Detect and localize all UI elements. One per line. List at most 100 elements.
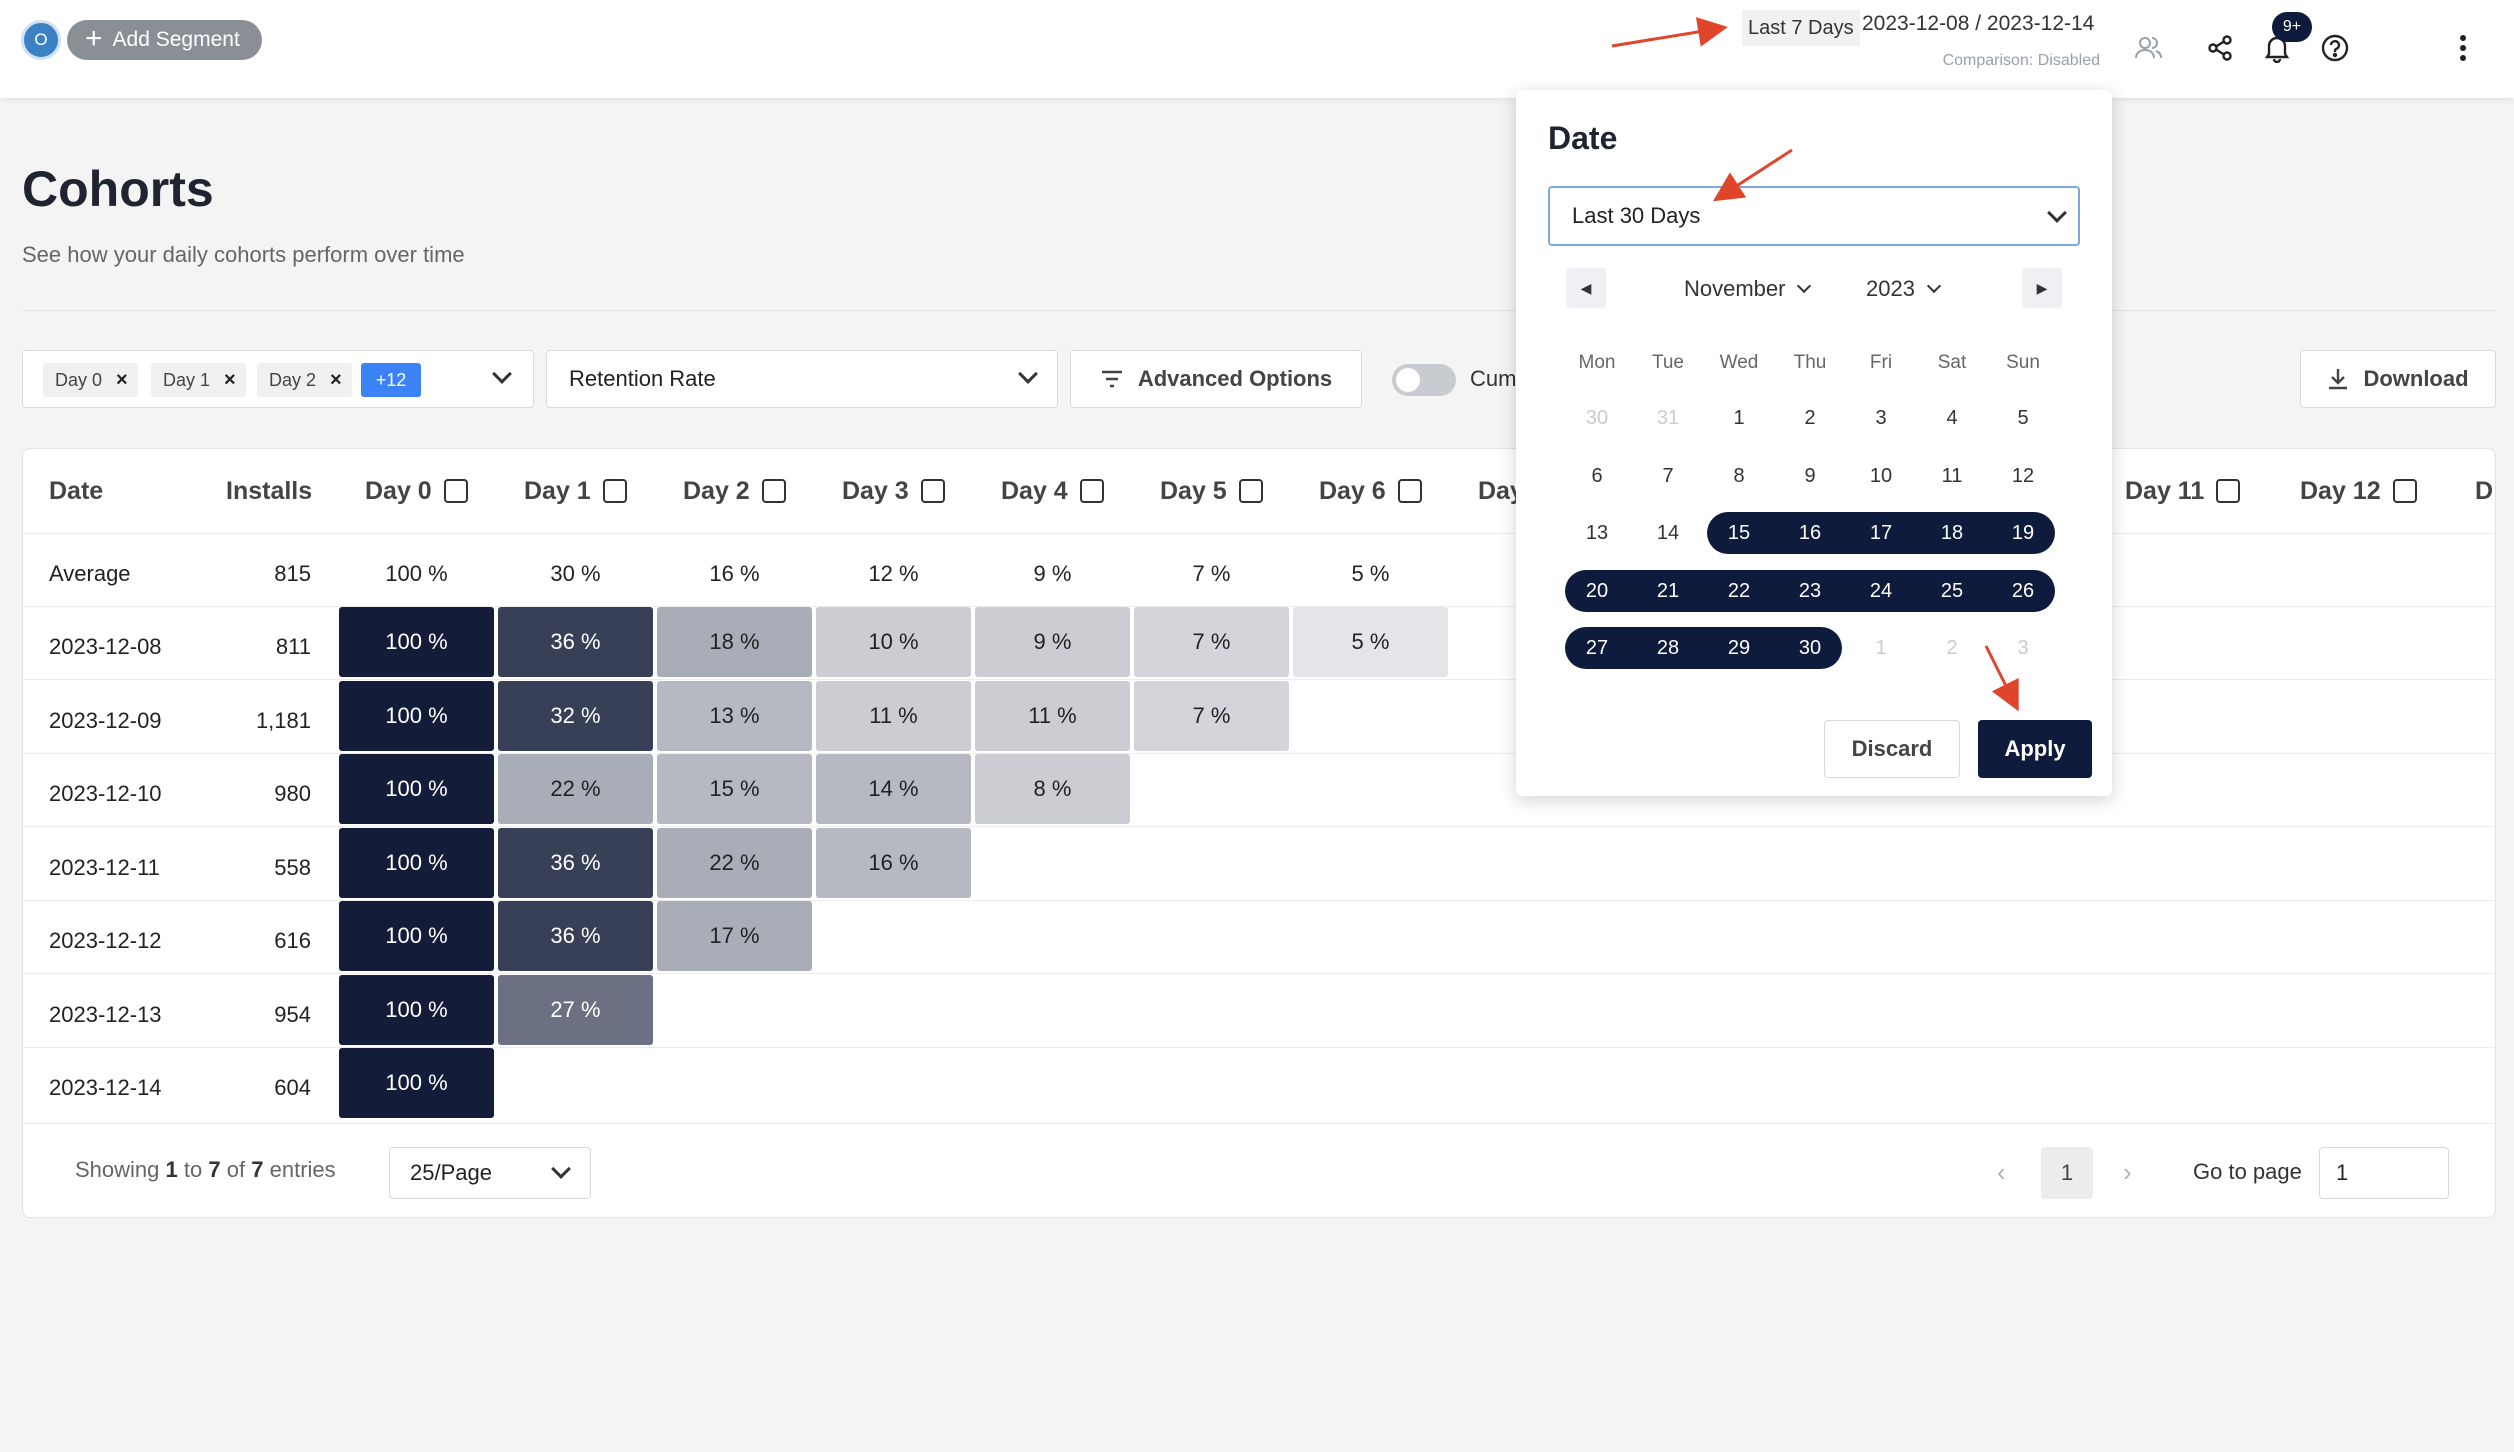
- calendar-day[interactable]: 3: [1851, 398, 1911, 438]
- calendar-day[interactable]: 12: [1993, 456, 2053, 496]
- calendar-day[interactable]: 28: [1638, 628, 1698, 668]
- advanced-options-button[interactable]: Advanced Options: [1070, 350, 1362, 408]
- calendar-day[interactable]: 22: [1709, 571, 1769, 611]
- calendar-day[interactable]: 18: [1922, 513, 1982, 553]
- users-icon[interactable]: [2130, 30, 2166, 66]
- close-icon[interactable]: ×: [330, 369, 342, 392]
- heatmap-cell[interactable]: 7 %: [1134, 680, 1289, 751]
- calendar-day[interactable]: 13: [1567, 513, 1627, 553]
- heatmap-cell[interactable]: 17 %: [657, 901, 812, 971]
- header-day-11[interactable]: Day 11: [2125, 471, 2241, 511]
- heatmap-cell[interactable]: 27 %: [498, 974, 653, 1045]
- header-day-2[interactable]: Day 2: [683, 471, 786, 511]
- metric-select[interactable]: Retention Rate: [546, 350, 1058, 408]
- heatmap-cell[interactable]: 100 %: [339, 1048, 494, 1118]
- header-day-6[interactable]: Day 6: [1319, 471, 1422, 511]
- segment-avatar[interactable]: O: [21, 20, 61, 60]
- heatmap-cell[interactable]: 32 %: [498, 680, 653, 751]
- calendar-day[interactable]: 10: [1851, 456, 1911, 496]
- heatmap-cell[interactable]: 36 %: [498, 901, 653, 971]
- calendar-day[interactable]: 3: [1993, 628, 2053, 668]
- column-checkbox[interactable]: [920, 479, 945, 503]
- goto-page-input[interactable]: 1: [2319, 1147, 2449, 1199]
- cumulative-toggle[interactable]: [1392, 364, 1456, 396]
- column-checkbox[interactable]: [2216, 479, 2241, 503]
- header-day-12[interactable]: Day 12: [2300, 471, 2417, 511]
- heatmap-cell[interactable]: 100 %: [339, 974, 494, 1045]
- calendar-day[interactable]: 7: [1638, 456, 1698, 496]
- calendar-day[interactable]: 26: [1993, 571, 2053, 611]
- heatmap-cell[interactable]: 100 %: [339, 827, 494, 898]
- page-number-current[interactable]: 1: [2041, 1147, 2093, 1199]
- heatmap-cell[interactable]: 36 %: [498, 607, 653, 677]
- heatmap-cell[interactable]: 100 %: [339, 754, 494, 824]
- next-month-icon[interactable]: ▶: [2022, 268, 2062, 308]
- header-day-1[interactable]: Day 1: [524, 471, 627, 511]
- heatmap-cell[interactable]: 22 %: [657, 827, 812, 898]
- chip-day-2[interactable]: Day 2 ×: [257, 363, 352, 397]
- heatmap-cell[interactable]: 9 %: [975, 607, 1130, 677]
- heatmap-cell[interactable]: 14 %: [816, 754, 971, 824]
- calendar-day[interactable]: 8: [1709, 456, 1769, 496]
- per-page-select[interactable]: 25/Page: [389, 1147, 591, 1199]
- apply-button[interactable]: Apply: [1978, 720, 2092, 778]
- calendar-day[interactable]: 27: [1567, 628, 1627, 668]
- month-select[interactable]: November: [1684, 276, 1812, 302]
- calendar-day[interactable]: 11: [1922, 456, 1982, 496]
- column-checkbox[interactable]: [1079, 479, 1104, 503]
- calendar-day[interactable]: 20: [1567, 571, 1627, 611]
- discard-button[interactable]: Discard: [1824, 720, 1960, 778]
- calendar-day[interactable]: 9: [1780, 456, 1840, 496]
- heatmap-cell[interactable]: 36 %: [498, 827, 653, 898]
- header-day-4[interactable]: Day 4: [1001, 471, 1104, 511]
- heatmap-cell[interactable]: 10 %: [816, 607, 971, 677]
- close-icon[interactable]: ×: [224, 369, 236, 392]
- calendar-day[interactable]: 4: [1922, 398, 1982, 438]
- calendar-day[interactable]: 6: [1567, 456, 1627, 496]
- header-day-5[interactable]: Day 5: [1160, 471, 1263, 511]
- add-segment-button[interactable]: + Add Segment: [67, 20, 262, 60]
- calendar-day[interactable]: 16: [1780, 513, 1840, 553]
- date-range-text[interactable]: 2023-12-08 / 2023-12-14: [1862, 12, 2094, 36]
- column-checkbox[interactable]: [602, 479, 627, 503]
- heatmap-cell[interactable]: 11 %: [816, 680, 971, 751]
- year-select[interactable]: 2023: [1866, 276, 1942, 302]
- heatmap-cell[interactable]: 5 %: [1293, 607, 1448, 677]
- column-checkbox[interactable]: [1397, 479, 1422, 503]
- heatmap-cell[interactable]: 15 %: [657, 754, 812, 824]
- calendar-day[interactable]: 30: [1567, 398, 1627, 438]
- calendar-day[interactable]: 1: [1851, 628, 1911, 668]
- more-menu-icon[interactable]: [2445, 30, 2481, 66]
- column-checkbox[interactable]: [761, 479, 786, 503]
- calendar-day[interactable]: 24: [1851, 571, 1911, 611]
- header-installs[interactable]: Installs: [226, 471, 312, 511]
- header-day-3[interactable]: Day 3: [842, 471, 945, 511]
- heatmap-cell[interactable]: 8 %: [975, 754, 1130, 824]
- heatmap-cell[interactable]: 100 %: [339, 901, 494, 971]
- calendar-day[interactable]: 2: [1780, 398, 1840, 438]
- column-checkbox[interactable]: [1238, 479, 1263, 503]
- next-page-icon[interactable]: ›: [2123, 1157, 2132, 1188]
- chips-more-count[interactable]: +12: [361, 363, 421, 397]
- calendar-day[interactable]: 31: [1638, 398, 1698, 438]
- heatmap-cell[interactable]: 16 %: [816, 827, 971, 898]
- column-checkbox[interactable]: [443, 479, 468, 503]
- help-icon[interactable]: [2317, 30, 2353, 66]
- calendar-day[interactable]: 25: [1922, 571, 1982, 611]
- date-preset-select[interactable]: Last 30 Days: [1548, 186, 2080, 246]
- heatmap-cell[interactable]: 7 %: [1134, 607, 1289, 677]
- heatmap-cell[interactable]: 18 %: [657, 607, 812, 677]
- calendar-day[interactable]: 1: [1709, 398, 1769, 438]
- share-icon[interactable]: [2202, 30, 2238, 66]
- calendar-day[interactable]: 15: [1709, 513, 1769, 553]
- chip-day-1[interactable]: Day 1 ×: [151, 363, 246, 397]
- heatmap-cell[interactable]: 22 %: [498, 754, 653, 824]
- close-icon[interactable]: ×: [116, 369, 128, 392]
- heatmap-cell[interactable]: 100 %: [339, 680, 494, 751]
- chip-day-0[interactable]: Day 0 ×: [43, 363, 138, 397]
- header-day-13[interactable]: D: [2475, 471, 2493, 511]
- calendar-day[interactable]: 5: [1993, 398, 2053, 438]
- download-button[interactable]: Download: [2300, 350, 2496, 408]
- day-columns-select[interactable]: Day 0 × Day 1 × Day 2 × +12: [22, 350, 534, 408]
- heatmap-cell[interactable]: 11 %: [975, 680, 1130, 751]
